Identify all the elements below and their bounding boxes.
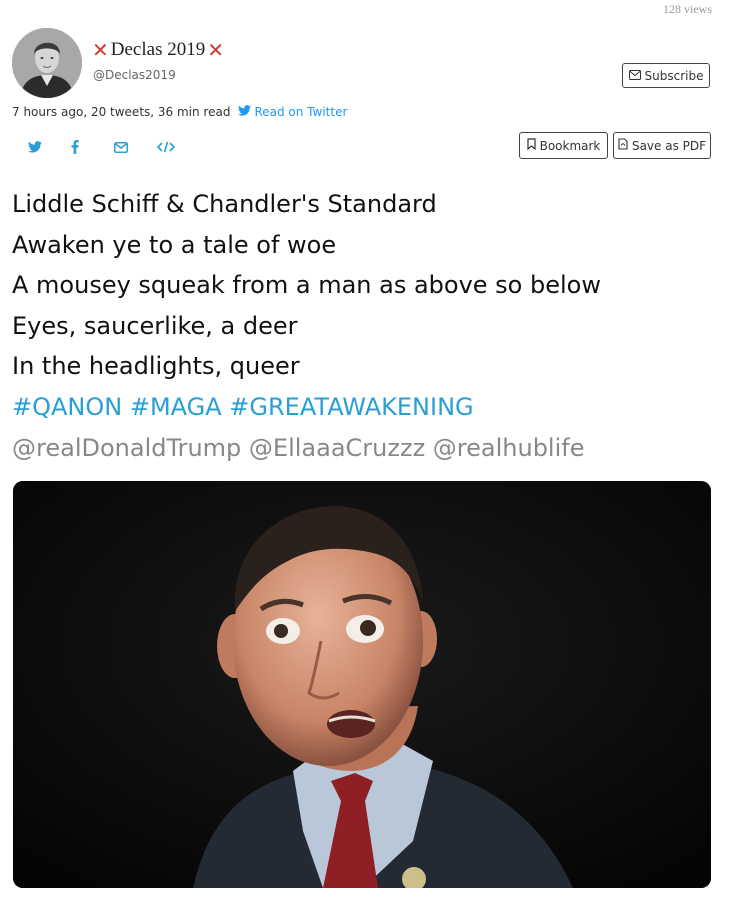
cross-mark-icon: ✕ [92,38,109,62]
bookmark-button[interactable]: Bookmark [519,132,608,159]
envelope-icon [628,69,641,83]
subscribe-label: Subscribe [644,68,704,83]
tweet-line: Eyes, saucerlike, a deer [12,311,298,340]
pdf-file-icon [618,138,628,153]
twitter-icon[interactable] [28,137,71,157]
save-as-pdf-button[interactable]: Save as PDF [613,132,711,159]
tweet-line: Awaken ye to a tale of woe [12,230,337,259]
facebook-icon[interactable] [71,137,114,157]
user-handle[interactable]: @Declas2019 [93,68,176,82]
tweet-text: Liddle Schiff & Chandler's Standard Awak… [12,184,718,468]
read-on-twitter-label: Read on Twitter [254,105,348,119]
tweet-line: A mousey squeak from a man as above so b… [12,271,601,300]
save-as-pdf-label: Save as PDF [631,138,707,153]
twitter-bird-icon [238,105,252,119]
tweet-line: Liddle Schiff & Chandler's Standard [12,190,437,218]
tweet-photo[interactable] [13,481,711,888]
view-count: 128 views [663,2,712,16]
display-name[interactable]: ✕ Declas 2019 ✕ [92,38,224,62]
thread-meta: 7 hours ago, 20 tweets, 36 min read Read… [12,105,347,119]
embed-icon[interactable] [157,137,200,157]
bookmark-icon [526,138,536,153]
tweet-line: In the headlights, queer [12,352,300,381]
thread-summary: 7 hours ago, 20 tweets, 36 min read [12,105,231,119]
mention-links[interactable]: @realDonaldTrump @EllaaaCruzzz @realhubl… [12,428,718,469]
subscribe-button[interactable]: Subscribe [622,63,710,88]
share-bar [28,137,200,157]
avatar[interactable] [12,28,82,98]
display-name-text: Declas 2019 [110,39,206,60]
bookmark-label: Bookmark [539,138,601,153]
hashtag-links[interactable]: #QANON #MAGA #GREATAWAKENING [12,387,718,428]
cross-mark-icon: ✕ [207,38,224,62]
email-icon[interactable] [114,137,157,157]
read-on-twitter-link[interactable]: Read on Twitter [238,105,347,119]
